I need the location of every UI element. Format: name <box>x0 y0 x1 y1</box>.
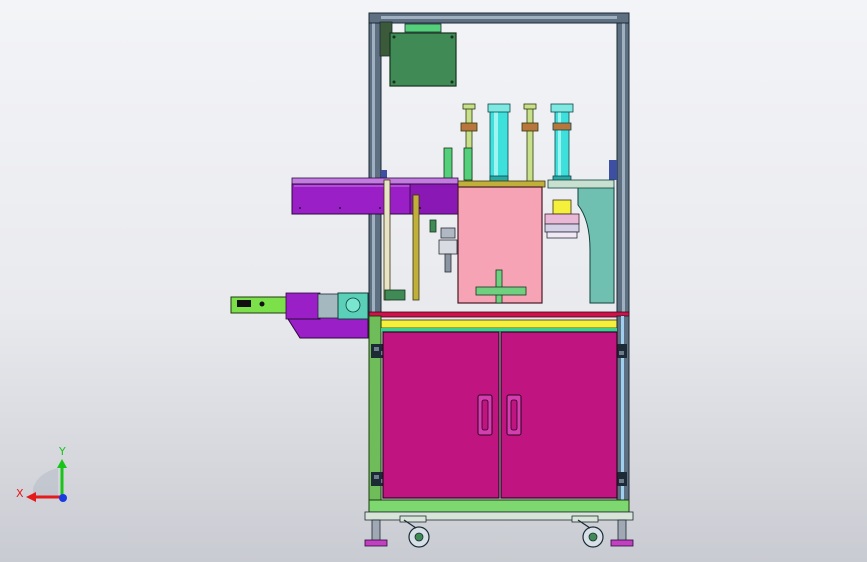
x-axis-label: X <box>16 487 24 500</box>
cabinet-top <box>368 311 630 329</box>
green-feeder <box>230 292 369 339</box>
casters <box>399 515 604 548</box>
cad-viewport[interactable]: Y X <box>0 0 867 562</box>
teal-bracket <box>544 179 615 304</box>
y-axis-label: Y <box>58 445 66 458</box>
pink-press-block <box>457 186 543 304</box>
machine-model-view[interactable]: Y X <box>0 0 867 562</box>
top-control-panel <box>389 32 457 87</box>
x-axis-arrow <box>26 492 36 502</box>
z-axis-dot <box>59 494 67 502</box>
guide-post <box>443 147 473 181</box>
purple-conveyor <box>291 177 459 215</box>
gripper <box>429 219 458 273</box>
y-axis-arrow <box>57 459 67 468</box>
cylinder-assembly <box>454 103 574 188</box>
axis-triad: Y X <box>16 445 67 502</box>
magenta-cabinet <box>382 331 618 499</box>
